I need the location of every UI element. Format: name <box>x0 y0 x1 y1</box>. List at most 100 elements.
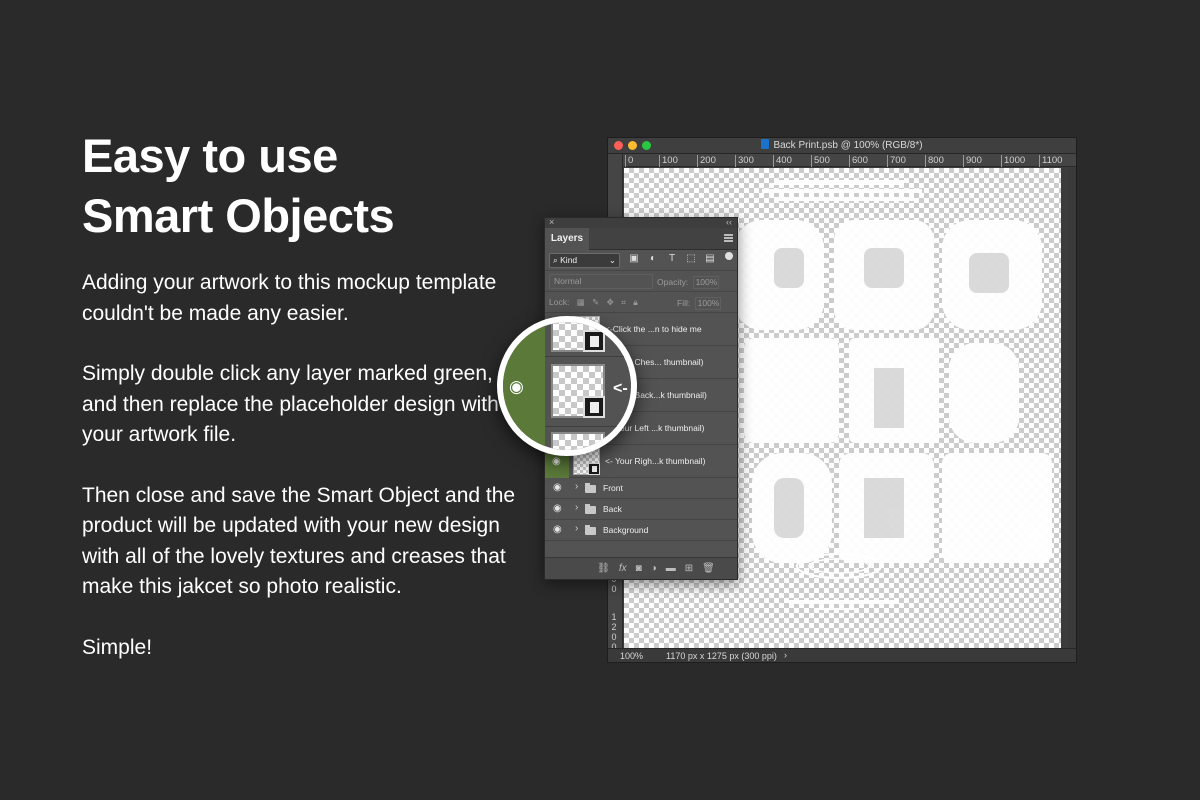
adjustment-icon[interactable]: ◑ <box>651 563 657 574</box>
ruler-tick-label: 600 <box>849 155 868 167</box>
layer-group-row[interactable]: ◉ › Front <box>545 478 737 499</box>
magnifier-callout: ◉ <- <box>497 316 637 456</box>
lock-brush-icon[interactable]: ✎ <box>592 297 599 307</box>
paragraph-instructions: Simply double click any layer marked gre… <box>82 362 499 446</box>
artwork-shade <box>774 478 804 538</box>
magnified-layer-thumbnail <box>551 322 605 352</box>
trash-icon[interactable]: 🗑︎ <box>702 563 715 574</box>
tab-layers[interactable]: Layers <box>545 228 589 250</box>
artwork-shade <box>864 248 904 288</box>
artwork-shade <box>969 253 1009 293</box>
ruler-tick-label: 500 <box>811 155 830 167</box>
horizontal-ruler[interactable]: 0 100 200 300 400 500 600 700 800 900 10… <box>623 154 1076 167</box>
fill-input[interactable]: 100% <box>694 297 721 310</box>
chevron-down-icon: ⌄ <box>608 255 616 265</box>
folder-icon <box>585 525 596 535</box>
collapse-panel-icon[interactable]: ‹‹ <box>726 217 732 227</box>
artwork-oval-logo-inner <box>808 558 870 574</box>
eye-icon: ◉ <box>509 377 524 396</box>
group-name: Front <box>603 483 623 493</box>
document-title: Back Print.psb @ 100% (RGB/8*) <box>608 139 1076 151</box>
new-layer-icon[interactable]: ⊞ <box>685 563 693 574</box>
paragraph-intro: Adding your artwork to this mockup templ… <box>82 271 497 325</box>
pixel-filter-icon[interactable]: ▣ <box>627 253 641 264</box>
blend-row: Normal Opacity: 100% <box>545 271 737 292</box>
smart-object-icon <box>583 396 605 418</box>
fx-icon[interactable]: fx <box>619 563 627 574</box>
smart-object-filter-icon[interactable]: ▤ <box>703 253 717 264</box>
lock-label: Lock: <box>549 297 570 307</box>
ruler-tick-label: 1200 <box>611 612 617 652</box>
document-titlebar: Back Print.psb @ 100% (RGB/8*) <box>608 138 1076 154</box>
fill-label: Fill: <box>677 297 691 308</box>
blend-mode-select[interactable]: Normal <box>549 274 653 289</box>
ruler-tick-label: 700 <box>887 155 906 167</box>
ruler-tick-label: 1100 <box>1039 155 1062 167</box>
artwork-text-line <box>762 189 922 193</box>
lock-all-icon[interactable]: 🔒︎ <box>633 297 638 307</box>
layer-group-row[interactable]: ◉ › Background <box>545 520 737 541</box>
filter-kind-select[interactable]: ⌕ Kind ⌄ <box>549 253 620 268</box>
fill-control: Fill: 100% <box>677 297 721 310</box>
psb-file-icon <box>761 139 770 149</box>
close-panel-icon[interactable]: × <box>549 217 554 227</box>
eye-icon[interactable]: ◉ <box>553 503 562 514</box>
eye-icon[interactable]: ◉ <box>553 524 562 535</box>
new-group-icon[interactable]: ▬ <box>666 563 676 574</box>
ruler-tick-label: 100 <box>659 155 678 167</box>
panel-header-strip: × ‹‹ <box>545 217 737 228</box>
headline-line-1: Easy to use <box>82 129 338 182</box>
panel-menu-icon[interactable] <box>724 234 733 242</box>
artwork-letter <box>744 338 839 443</box>
paragraph-save: Then close and save the Smart Object and… <box>82 483 516 599</box>
shape-filter-icon[interactable]: ⬚ <box>684 253 698 264</box>
ruler-tick-label: 400 <box>773 155 792 167</box>
panel-footer-toolbar: ⛓ fx ◙ ◑ ▬ ⊞ 🗑︎ <box>545 557 737 579</box>
artwork-shade <box>774 248 804 288</box>
artwork-text-line <box>789 600 899 604</box>
layer-name: <-Click the ...n to hide me <box>605 324 702 334</box>
magnified-layer-thumbnail <box>551 364 605 418</box>
marketing-copy: Easy to use Smart Objects Adding your ar… <box>82 126 522 663</box>
eye-icon[interactable]: ◉ <box>553 482 562 493</box>
lock-row: Lock: ▦ ✎ ✥ ⌗ 🔒︎ Fill: 100% <box>545 292 737 313</box>
chevron-right-icon[interactable]: › <box>575 502 578 513</box>
smart-object-icon <box>583 330 605 352</box>
opacity-label: Opacity: <box>657 276 689 287</box>
chevron-right-icon[interactable]: › <box>575 523 578 534</box>
status-info-arrow[interactable]: › <box>784 650 787 660</box>
lock-controls: Lock: ▦ ✎ ✥ ⌗ 🔒︎ <box>549 297 638 308</box>
group-name: Back <box>603 504 622 514</box>
opacity-input[interactable]: 100% <box>692 276 719 289</box>
layer-divider <box>545 356 631 357</box>
artwork-letter <box>949 343 1019 443</box>
artwork-text-line <box>819 608 859 610</box>
chevron-right-icon[interactable]: › <box>575 481 578 492</box>
artwork-letter <box>942 453 1052 563</box>
artwork-text-line <box>774 180 904 185</box>
artwork-text-line <box>774 197 914 201</box>
smart-object-icon <box>588 463 600 475</box>
ruler-tick-label: 200 <box>697 155 716 167</box>
ruler-tick-label: 300 <box>735 155 754 167</box>
status-bar: 100% 1170 px x 1275 px (300 ppi) › <box>608 648 1076 662</box>
type-filter-icon[interactable]: T <box>665 253 679 264</box>
mask-icon[interactable]: ◙ <box>636 563 642 574</box>
layer-name: <- Your Righ...k thumbnail) <box>605 456 706 466</box>
vertical-scrollbar[interactable] <box>1068 168 1076 648</box>
layer-divider <box>545 426 631 427</box>
folder-icon <box>585 504 596 514</box>
lock-artboard-icon[interactable]: ⌗ <box>621 297 626 307</box>
zoom-level[interactable]: 100% <box>620 651 643 661</box>
lock-transparent-icon[interactable]: ▦ <box>577 297 585 307</box>
ruler-tick-label: 800 <box>925 155 944 167</box>
link-icon[interactable]: ⛓ <box>597 563 610 574</box>
search-icon: ⌕ <box>553 255 558 265</box>
ruler-tick-label: 1000 <box>1001 155 1025 167</box>
filter-toggle-switch[interactable] <box>725 252 733 260</box>
eye-icon[interactable]: ◉ <box>552 456 561 467</box>
lock-position-icon[interactable]: ✥ <box>607 297 614 307</box>
layer-group-row[interactable]: ◉ › Back <box>545 499 737 520</box>
headline: Easy to use Smart Objects <box>82 126 522 246</box>
adjustment-filter-icon[interactable]: ◐ <box>646 253 660 264</box>
